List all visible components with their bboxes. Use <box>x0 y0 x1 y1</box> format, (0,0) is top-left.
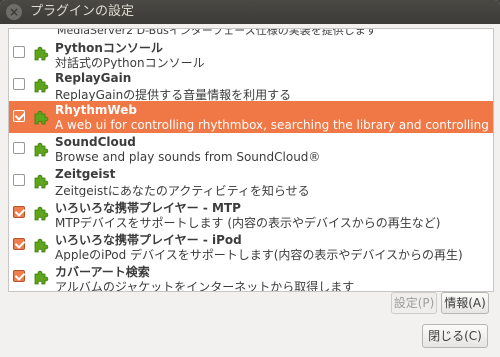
puzzle-piece-icon <box>34 206 49 221</box>
window-title: プラグインの設定 <box>30 4 135 19</box>
plugin-row[interactable]: カバーアート検索 アルバムのジャケットをインターネットから取得します <box>9 261 493 292</box>
partial-plugin-description: MediaServer2 D-Busインターフェース仕様の実装を提供します <box>57 28 377 37</box>
plugin-enable-checkbox[interactable] <box>13 78 25 90</box>
plugin-description: A web ui for controlling rhythmbox, sear… <box>55 118 493 132</box>
plugin-row[interactable]: ReplayGain ReplayGainの提供する音量情報を利用する <box>9 69 493 101</box>
puzzle-piece-icon <box>34 174 49 189</box>
configure-button[interactable]: 設定(P) <box>391 292 437 314</box>
close-button[interactable]: 閉じる(C) <box>422 324 488 348</box>
plugin-row[interactable]: RhythmWeb A web ui for controlling rhythm… <box>9 101 493 133</box>
plugin-description: Browse and play sounds from SoundCloud® <box>55 150 321 164</box>
plugin-row[interactable]: Pythonコンソール 対話式のPythonコンソール <box>9 37 493 69</box>
plugin-row[interactable]: いろいろな携帯プレイヤー - iPod AppleのiPod デバイスをサポートし… <box>9 229 493 261</box>
plugin-row[interactable]: いろいろな携帯プレイヤー - MTP MTPデバイスをサポートします (内容の表示… <box>9 197 493 229</box>
puzzle-piece-icon <box>34 78 49 93</box>
plugin-description: AppleのiPod デバイスをサポートします(内容の表示やデバイスからの再生) <box>55 248 463 261</box>
plugin-enable-checkbox[interactable] <box>13 174 25 186</box>
plugin-description: 対話式のPythonコンソール <box>55 56 205 69</box>
plugin-list[interactable]: MediaServer2 D-Busインターフェース仕様の実装を提供します Py… <box>8 28 494 292</box>
plugin-enable-checkbox[interactable] <box>13 46 25 58</box>
plugin-enable-checkbox[interactable] <box>13 110 25 122</box>
puzzle-piece-icon <box>34 142 49 157</box>
plugin-row[interactable]: SoundCloud Browse and play sounds from So… <box>9 133 493 165</box>
window-close-button[interactable]: × <box>6 4 22 20</box>
plugin-enable-checkbox[interactable] <box>13 270 25 282</box>
puzzle-piece-icon <box>34 46 49 61</box>
plugin-description: アルバムのジャケットをインターネットから取得します <box>55 280 355 292</box>
puzzle-piece-icon <box>34 110 49 125</box>
plugin-description: MTPデバイスをサポートします (内容の表示やデバイスからの再生など) <box>55 216 441 229</box>
info-button[interactable]: 情報(A) <box>441 292 489 314</box>
plugin-description: ReplayGainの提供する音量情報を利用する <box>55 88 292 101</box>
plugin-name: RhythmWeb <box>55 103 137 117</box>
plugin-row[interactable]: Zeitgeist Zeitgeistにあなたのアクティビティを知らせる <box>9 165 493 197</box>
plugin-settings-window: × プラグインの設定 MediaServer2 D-Busインターフェース仕様の… <box>0 0 500 357</box>
plugin-enable-checkbox[interactable] <box>13 238 25 250</box>
puzzle-piece-icon <box>34 270 49 285</box>
title-bar: × プラグインの設定 <box>0 0 500 24</box>
plugin-enable-checkbox[interactable] <box>13 142 25 154</box>
plugin-enable-checkbox[interactable] <box>13 206 25 218</box>
plugin-name: Zeitgeist <box>55 167 116 181</box>
plugin-name: SoundCloud <box>55 135 136 149</box>
plugin-description: Zeitgeistにあなたのアクティビティを知らせる <box>55 184 310 197</box>
plugin-name: ReplayGain <box>55 71 132 85</box>
puzzle-piece-icon <box>34 238 49 253</box>
